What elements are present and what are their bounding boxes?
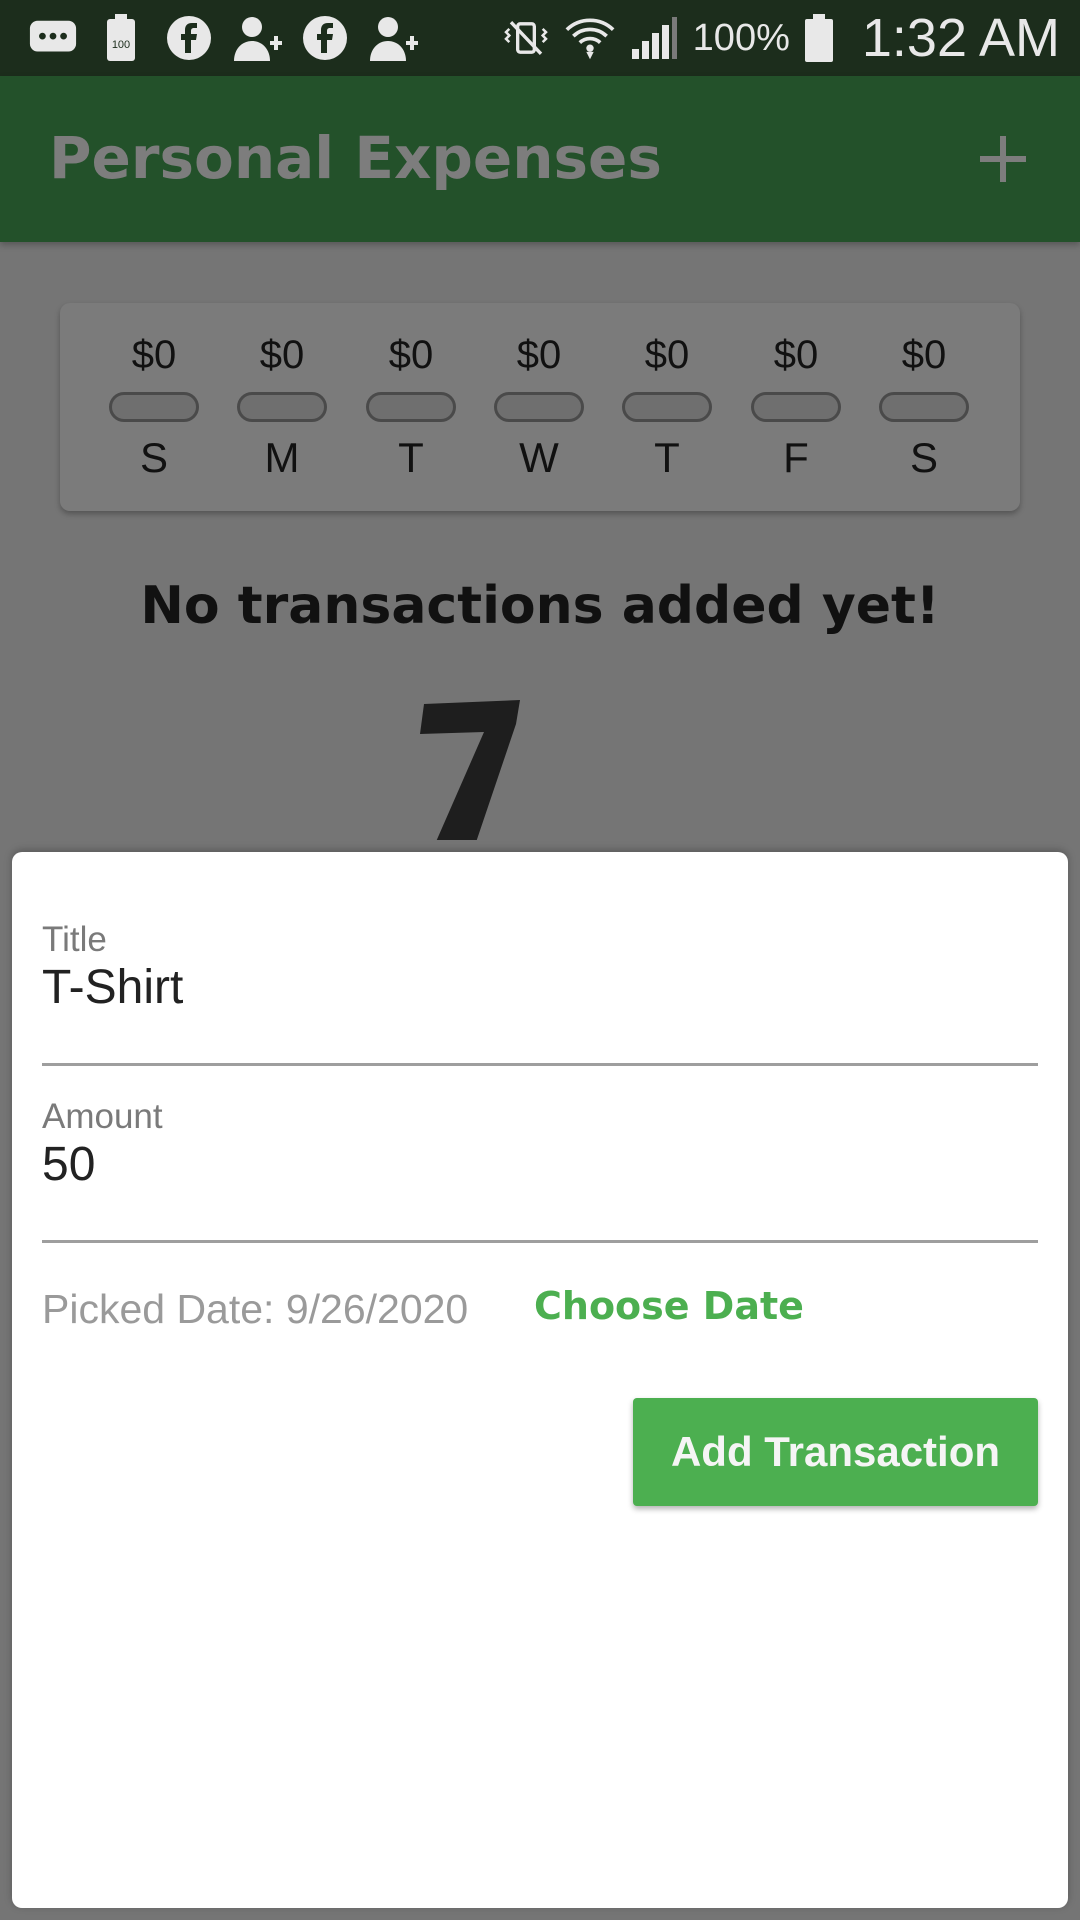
svg-text:100: 100 [112, 39, 130, 51]
notification-icons: 100 [28, 12, 418, 64]
wifi-icon [565, 13, 615, 63]
bar-amount: $0 [259, 333, 305, 377]
battery-saver-icon: 100 [96, 13, 146, 63]
bar-day-label: T [398, 434, 424, 481]
add-contact-icon [232, 13, 282, 63]
picked-date-text: Picked Date: 9/26/2020 [42, 1286, 469, 1332]
title-field-label: Title [42, 920, 107, 959]
bar-day-label: T [654, 434, 680, 481]
bar-day-label: S [909, 434, 938, 481]
amount-input[interactable]: 50 [42, 1137, 95, 1192]
page-title: Personal Expenses [49, 124, 662, 192]
bar-amount: $0 [773, 333, 819, 377]
chart-bar-sunday: $0 S [94, 303, 214, 511]
bar-day-label: M [264, 434, 300, 481]
app-bar: Personal Expenses [0, 76, 1080, 242]
chart-bar-wednesday: $0 W [479, 303, 599, 511]
bar-track [494, 392, 584, 422]
battery-percent: 100% [692, 16, 790, 59]
clock: 1:32 AM [861, 8, 1060, 68]
title-underline [42, 1063, 1038, 1066]
empty-state-message: No transactions added yet! [140, 576, 940, 636]
message-icon [28, 13, 78, 63]
bar-amount: $0 [131, 333, 177, 377]
bar-amount: $0 [388, 333, 434, 377]
bar-track [622, 392, 712, 422]
waiting-illustration [404, 660, 544, 840]
chart-bar-saturday: $0 S [864, 303, 984, 511]
status-bar: 100 100% 1:32 AM [0, 0, 1080, 76]
amount-field-label: Amount [42, 1097, 163, 1136]
choose-date-button[interactable]: Choose Date [534, 1284, 804, 1328]
title-input[interactable]: T-Shirt [42, 960, 183, 1015]
bar-track [751, 392, 841, 422]
bar-amount: $0 [901, 333, 947, 377]
bar-amount: $0 [516, 333, 562, 377]
add-transaction-button[interactable]: Add Transaction [633, 1398, 1038, 1506]
bar-amount: $0 [644, 333, 690, 377]
system-icons: 100% 1:32 AM [501, 0, 1060, 76]
vibrate-mute-icon [501, 13, 551, 63]
battery-icon [804, 13, 834, 63]
new-transaction-sheet: Title T-Shirt Amount 50 Picked Date: 9/2… [12, 852, 1068, 1908]
weekly-chart: $0 S $0 M $0 T $0 W $0 T $0 F $0 S [60, 303, 1020, 511]
bar-day-label: S [139, 434, 168, 481]
amount-underline [42, 1240, 1038, 1243]
facebook-icon [300, 13, 350, 63]
plus-icon[interactable] [966, 122, 1040, 196]
facebook-icon [164, 13, 214, 63]
signal-icon [629, 13, 679, 63]
chart-bar-thursday: $0 T [607, 303, 727, 511]
add-contact-icon [368, 13, 418, 63]
bar-day-label: W [519, 434, 559, 481]
bar-track [109, 392, 199, 422]
bar-track [237, 392, 327, 422]
chart-bar-tuesday: $0 T [351, 303, 471, 511]
bar-track [366, 392, 456, 422]
chart-bar-monday: $0 M [222, 303, 342, 511]
bar-track [879, 392, 969, 422]
chart-bar-friday: $0 F [736, 303, 856, 511]
bar-day-label: F [783, 434, 809, 481]
